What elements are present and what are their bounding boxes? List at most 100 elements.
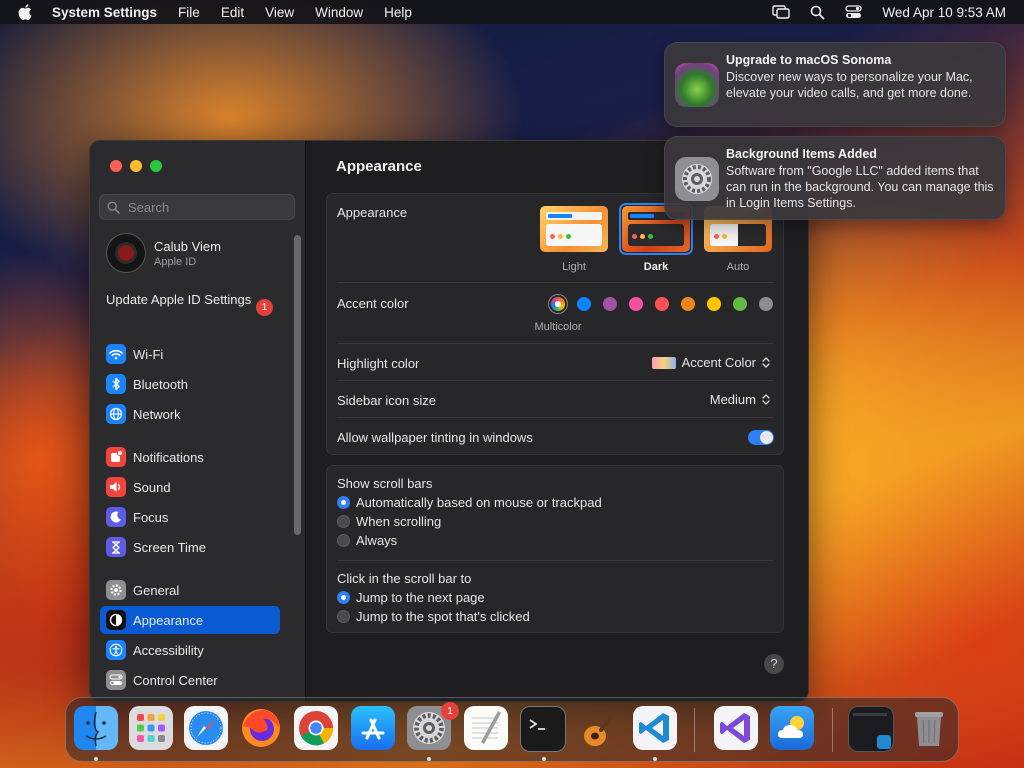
- sidebar-icon-size-label: Sidebar icon size: [337, 393, 436, 408]
- accent-red-swatch[interactable]: [655, 297, 669, 311]
- sidebar-item-label: Notifications: [133, 449, 204, 465]
- accent-selected-label: Multicolor: [534, 321, 582, 333]
- sidebar-item-notifications[interactable]: Notifications: [100, 443, 280, 471]
- radio-button[interactable]: [337, 515, 350, 528]
- notification-background-items[interactable]: Background Items Added Software from "Go…: [664, 136, 1006, 220]
- sidebar-item-label: Focus: [133, 509, 169, 525]
- sidebar-item-wifi[interactable]: Wi-Fi: [100, 340, 280, 368]
- scroll-bars-card: Show scroll bars Automatically based on …: [326, 465, 784, 633]
- menu-app-name[interactable]: System Settings: [52, 5, 157, 20]
- sidebar-item-general[interactable]: General: [100, 576, 280, 604]
- sidebar-item-appearance[interactable]: Appearance: [100, 606, 280, 634]
- divider: [337, 282, 773, 283]
- radio-button[interactable]: [337, 534, 350, 547]
- radio-button[interactable]: [337, 591, 350, 604]
- search-input[interactable]: [126, 198, 280, 216]
- accent-graphite-swatch[interactable]: [759, 297, 773, 311]
- accent-pink-swatch[interactable]: [629, 297, 643, 311]
- mode-light-thumbnail[interactable]: [540, 206, 608, 252]
- sidebar-item-label: Wi-Fi: [133, 346, 164, 362]
- search-field[interactable]: [99, 194, 295, 220]
- radio-button[interactable]: [337, 610, 350, 623]
- zoom-window-button[interactable]: [150, 160, 162, 172]
- running-indicator: [542, 757, 546, 761]
- menu-file[interactable]: File: [178, 5, 200, 20]
- accent-yellow-swatch[interactable]: [707, 297, 721, 311]
- terminal-icon[interactable]: [520, 706, 566, 752]
- update-apple-id-settings[interactable]: Update Apple ID Settings: [106, 292, 266, 308]
- finder-icon[interactable]: [74, 706, 118, 750]
- sidebar-item-label: Network: [133, 406, 181, 422]
- update-badge: 1: [256, 299, 273, 316]
- notification-body: Discover new ways to personalize your Ma…: [726, 70, 973, 100]
- close-window-button[interactable]: [110, 160, 122, 172]
- sidebar-item-screen-time[interactable]: Screen Time: [100, 533, 280, 561]
- sidebar-item-sound[interactable]: Sound: [100, 473, 280, 501]
- chrome-icon[interactable]: [294, 706, 338, 750]
- system-settings-badge: 1: [441, 702, 459, 720]
- app-store-icon[interactable]: [351, 706, 395, 750]
- weather-icon[interactable]: [770, 706, 814, 750]
- radio-button[interactable]: [337, 496, 350, 509]
- sidebar-item-focus[interactable]: Focus: [100, 503, 280, 531]
- screen-mirroring-icon[interactable]: [772, 5, 791, 19]
- vscode-icon[interactable]: [633, 706, 677, 750]
- menu-view[interactable]: View: [265, 5, 294, 20]
- vscode-badge-icon: [877, 735, 891, 749]
- mode-light-label: Light: [562, 261, 586, 273]
- minimized-window-thumbnail[interactable]: [848, 706, 894, 752]
- accent-multicolor-swatch[interactable]: [551, 297, 565, 311]
- mode-auto-label: Auto: [726, 261, 750, 273]
- accent-blue-swatch[interactable]: [577, 297, 591, 311]
- profile-name: Calub Viem: [154, 238, 221, 254]
- spotlight-search-icon[interactable]: [810, 5, 825, 20]
- sidebar-item-label: Accessibility: [133, 642, 204, 658]
- accent-green-swatch[interactable]: [733, 297, 747, 311]
- apple-id-profile[interactable]: Calub Viem Apple ID: [106, 233, 221, 273]
- network-globe-icon: [106, 404, 126, 424]
- sidebar-item-accessibility[interactable]: Accessibility: [100, 636, 280, 664]
- sidebar-scrollbar[interactable]: [294, 235, 301, 535]
- menubar-clock[interactable]: Wed Apr 10 9:53 AM: [882, 5, 1006, 20]
- window-controls: [110, 160, 162, 172]
- divider: [337, 560, 773, 561]
- help-button[interactable]: ?: [764, 654, 784, 674]
- accent-orange-swatch[interactable]: [681, 297, 695, 311]
- running-indicator: [653, 757, 657, 761]
- highlight-color-popup[interactable]: Accent Color: [651, 355, 771, 370]
- sidebar-item-network[interactable]: Network: [100, 400, 280, 428]
- firefox-icon[interactable]: [239, 706, 283, 750]
- sidebar-icon-size-value: Medium: [709, 392, 756, 407]
- apple-logo-icon[interactable]: [18, 4, 32, 20]
- accent-purple-swatch[interactable]: [603, 297, 617, 311]
- radio-scroll-automatic[interactable]: Automatically based on mouse or trackpad: [337, 495, 602, 510]
- radio-jump-spot-clicked[interactable]: Jump to the spot that's clicked: [337, 609, 530, 624]
- trash-icon[interactable]: [907, 706, 951, 750]
- sidebar-item-label: Screen Time: [133, 539, 206, 555]
- minimize-window-button[interactable]: [130, 160, 142, 172]
- sidebar-item-control-center[interactable]: Control Center: [100, 666, 280, 694]
- control-center-icon[interactable]: [845, 5, 863, 19]
- safari-icon[interactable]: [184, 706, 228, 750]
- radio-label: Jump to the next page: [356, 590, 485, 605]
- notification-upgrade-sonoma[interactable]: Upgrade to macOS Sonoma Discover new way…: [664, 42, 1006, 127]
- menu-bar: System Settings File Edit View Window He…: [0, 0, 1024, 24]
- radio-scroll-always[interactable]: Always: [337, 533, 397, 548]
- radio-scroll-when-scrolling[interactable]: When scrolling: [337, 514, 441, 529]
- sidebar-item-bluetooth[interactable]: Bluetooth: [100, 370, 280, 398]
- launchpad-icon[interactable]: [129, 706, 173, 750]
- textedit-icon[interactable]: [464, 706, 508, 750]
- radio-label: Automatically based on mouse or trackpad: [356, 495, 602, 510]
- sidebar-icon-size-popup[interactable]: Medium: [710, 392, 771, 407]
- garageband-icon[interactable]: [577, 706, 621, 750]
- radio-jump-next-page[interactable]: Jump to the next page: [337, 590, 485, 605]
- menu-help[interactable]: Help: [384, 5, 412, 20]
- running-indicator: [94, 757, 98, 761]
- menu-window[interactable]: Window: [315, 5, 363, 20]
- control-center-toggles-icon: [106, 670, 126, 690]
- stepper-chevrons-icon: [762, 394, 770, 405]
- visual-studio-icon[interactable]: [714, 706, 758, 750]
- menu-edit[interactable]: Edit: [221, 5, 244, 20]
- wallpaper-tinting-toggle[interactable]: [748, 430, 774, 445]
- radio-label: Always: [356, 533, 398, 548]
